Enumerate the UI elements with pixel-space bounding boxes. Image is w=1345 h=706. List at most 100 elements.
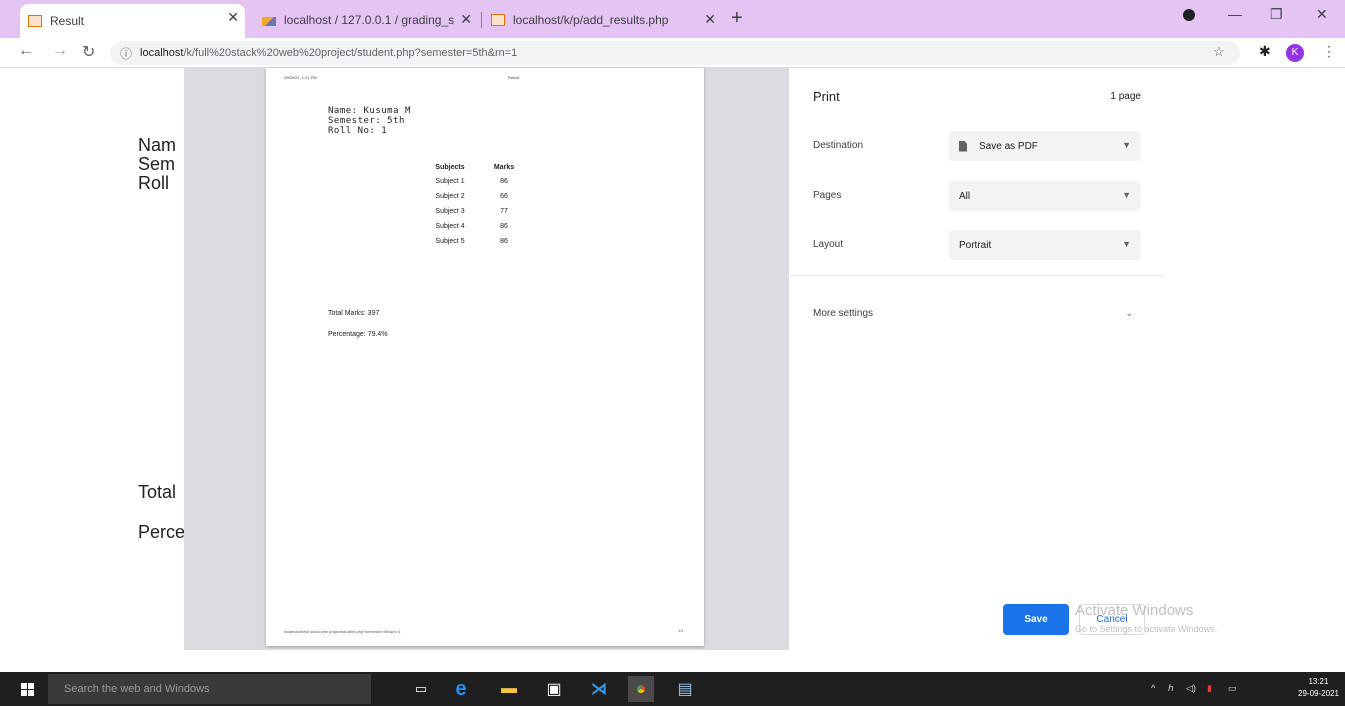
clock-time: 13:21 (1308, 677, 1329, 686)
language-icon[interactable]: ℎ (1168, 683, 1174, 694)
subject-cell: Subject 2 (435, 193, 465, 200)
background-semester-text: Sem (138, 154, 176, 174)
tab-title: localhost/k/p/add_results.php (513, 13, 669, 27)
phpmyadmin-favicon-icon (262, 17, 276, 26)
marks-cell: 86 (500, 178, 508, 185)
student-semester: Semester: 5th (328, 116, 405, 126)
background-percentage-text: Perce (138, 522, 186, 542)
close-tab-icon[interactable]: ✕ (227, 10, 239, 24)
destination-value: Save as PDF (979, 140, 1038, 152)
save-button[interactable]: Save (1003, 604, 1069, 635)
chevron-down-icon: ▼ (1122, 190, 1131, 200)
page-favicon-icon (491, 14, 505, 26)
profile-indicator-icon[interactable] (1183, 9, 1195, 21)
close-window-icon[interactable]: ✕ (1316, 6, 1328, 23)
tab-separator (481, 12, 482, 28)
url-host: localhost (140, 47, 184, 59)
subject-cell: Subject 1 (435, 178, 465, 185)
tab-phpmyadmin[interactable]: localhost / 127.0.0.1 / grading_s ✕ (258, 6, 478, 34)
preview-header-title: Result (508, 75, 520, 80)
close-tab-icon[interactable]: ✕ (704, 12, 716, 26)
background-name-text: Nam (138, 135, 177, 155)
more-settings-toggle[interactable]: More settings (813, 308, 873, 319)
layout-label: Layout (813, 239, 844, 250)
subject-cell: Subject 3 (435, 208, 465, 215)
settings-divider (789, 275, 1165, 276)
taskbar: Search the web and Windows ▭ e ▬ ▣ ⋊ ▤ ^… (0, 672, 1345, 706)
page-favicon-icon (28, 15, 42, 27)
notifications-icon[interactable]: ▭ (1228, 683, 1237, 694)
store-icon[interactable]: ▣ (545, 680, 563, 698)
print-settings-panel: Print 1 page Destination Save as PDF ▼ P… (789, 68, 1165, 650)
background-total-text: Total (138, 482, 177, 502)
print-preview-page: 29/09/21, 1:21 PM Result Name: Kusuma M … (266, 68, 704, 646)
marks-cell: 77 (500, 208, 508, 215)
extensions-puzzle-icon[interactable]: ✱ (1259, 43, 1271, 60)
tab-bar: Result ✕ localhost / 127.0.0.1 / grading… (0, 0, 1345, 38)
speaker-icon[interactable]: ◁) (1186, 683, 1196, 694)
subject-cell: Subject 4 (435, 223, 465, 230)
battery-icon[interactable]: ▮ (1207, 683, 1212, 694)
minimize-icon[interactable]: — (1228, 6, 1242, 22)
marks-header: Marks (493, 163, 515, 171)
pages-label: Pages (813, 190, 842, 201)
tab-title: Result (50, 14, 85, 28)
back-icon[interactable]: ← (18, 42, 34, 60)
url-path: /k/full%20stack%20web%20project/student.… (183, 47, 518, 59)
vscode-icon[interactable]: ⋊ (590, 680, 608, 698)
print-title: Print (813, 89, 840, 104)
student-name: Name: Kusuma M (328, 106, 411, 116)
tab-result[interactable]: Result ✕ (20, 4, 245, 38)
layout-value: Portrait (959, 239, 992, 251)
windows-start-icon[interactable] (21, 683, 35, 696)
layout-select[interactable]: Portrait ▼ (949, 230, 1141, 260)
marks-cell: 86 (500, 238, 508, 245)
profile-avatar[interactable]: K (1286, 44, 1304, 62)
chevron-down-icon: ▼ (1122, 140, 1131, 150)
forward-icon[interactable]: → (52, 42, 68, 60)
reload-icon[interactable]: ↻ (82, 42, 95, 62)
page-count: 1 page (1110, 91, 1141, 102)
bookmark-star-icon[interactable]: ☆ (1213, 44, 1225, 60)
show-hidden-icons-icon[interactable]: ^ (1151, 683, 1155, 693)
site-info-icon[interactable]: ⓘ (120, 45, 132, 62)
close-tab-icon[interactable]: ✕ (460, 12, 472, 26)
pages-value: All (959, 190, 971, 202)
address-bar[interactable]: ⓘ localhost/k/full%20stack%20web%20proje… (110, 41, 1240, 65)
subject-cell: Subject 5 (435, 238, 465, 245)
destination-select[interactable]: Save as PDF ▼ (949, 131, 1141, 161)
table-header-row: Subjects Marks (411, 160, 519, 174)
address-toolbar: ← → ↻ ⓘ localhost/k/full%20stack%20web%2… (0, 38, 1345, 68)
destination-label: Destination (813, 140, 864, 151)
file-explorer-icon[interactable]: ▬ (500, 680, 518, 698)
subjects-header: Subjects (435, 163, 465, 171)
table-row: Subject 4 86 (411, 219, 519, 234)
chevron-down-icon[interactable]: ⌄ (1125, 308, 1133, 319)
student-info: Name: Kusuma M Semester: 5th Roll No: 1 (328, 106, 411, 136)
cancel-button[interactable]: Cancel (1079, 604, 1145, 635)
restore-icon[interactable]: ❐ (1270, 6, 1283, 23)
clock-date: 29-09-2021 (1298, 689, 1339, 698)
marks-cell: 86 (500, 223, 508, 230)
totals-block: Total Marks: 397 Percentage: 79.4% (328, 303, 388, 345)
preview-footer-url: localhost/k/full stack web project/stude… (284, 629, 401, 634)
chrome-icon[interactable] (628, 676, 654, 702)
tab-add-results[interactable]: localhost/k/p/add_results.php ✕ (487, 6, 722, 34)
browser-menu-icon[interactable]: ⋮ (1322, 43, 1336, 60)
marks-table: Subjects Marks Subject 1 86 Subject 2 66 S… (411, 160, 519, 249)
new-tab-icon[interactable]: + (731, 7, 743, 30)
marks-cell: 66 (500, 193, 508, 200)
pages-select[interactable]: All ▼ (949, 181, 1141, 211)
preview-page-number: 1/1 (678, 628, 684, 633)
taskbar-search-input[interactable]: Search the web and Windows (48, 674, 371, 704)
taskbar-clock[interactable]: 13:21 29-09-2021 (1298, 676, 1339, 700)
table-row: Subject 5 86 (411, 234, 519, 249)
edge-browser-icon[interactable]: e (452, 678, 470, 700)
table-row: Subject 3 77 (411, 204, 519, 219)
app-window-icon[interactable]: ▤ (676, 680, 694, 698)
total-marks: Total Marks: 397 (328, 310, 380, 317)
preview-header-date: 29/09/21, 1:21 PM (284, 75, 317, 80)
student-roll: Roll No: 1 (328, 126, 388, 136)
tab-title: localhost / 127.0.0.1 / grading_s (284, 13, 455, 27)
task-view-icon[interactable]: ▭ (412, 680, 430, 698)
